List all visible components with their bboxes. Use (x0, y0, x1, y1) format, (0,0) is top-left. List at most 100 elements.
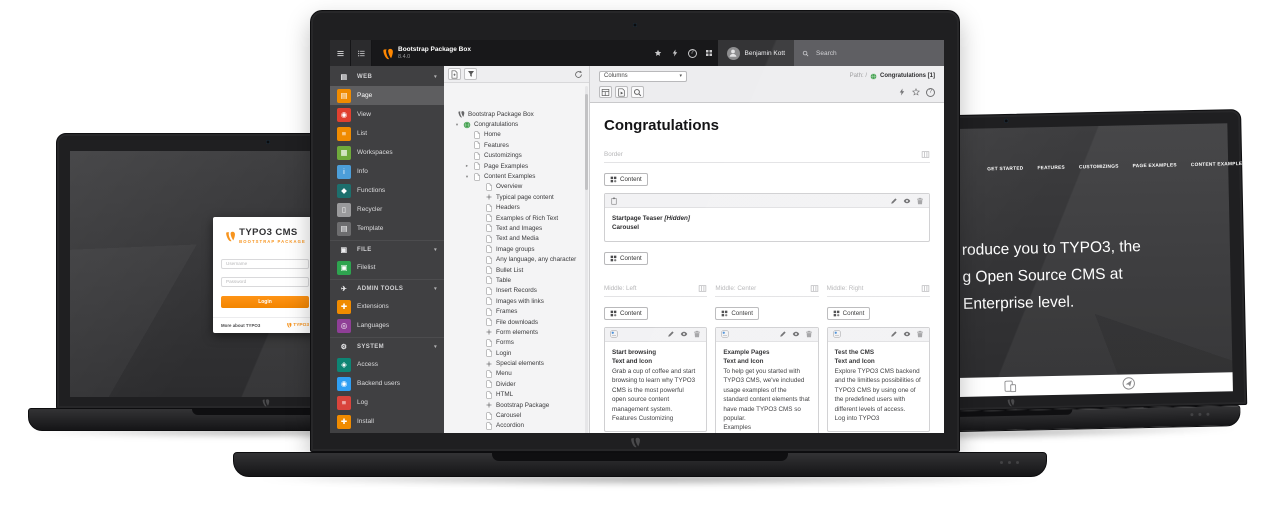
search-page-button[interactable] (631, 86, 644, 98)
tree-item[interactable]: Any language, any character (444, 254, 589, 264)
module-menu-row[interactable]: ▤ ▤ WEB ▾ (330, 68, 444, 86)
user-menu[interactable]: Benjamin Kott (718, 40, 794, 66)
edit-icon[interactable] (779, 330, 787, 338)
tree-item[interactable]: Form elements (444, 327, 589, 337)
tree-item[interactable]: ▾ Congratulations (444, 119, 589, 129)
module-menu-row[interactable]: ◉ ◉ View ▾ (330, 105, 444, 124)
tree-item[interactable]: Frames (444, 306, 589, 316)
tree-item[interactable]: HTML (444, 390, 589, 400)
list-view-button[interactable] (351, 40, 372, 66)
module-menu-row[interactable]: ≡ ≡ Log ▾ (330, 393, 444, 412)
edit-icon[interactable] (667, 330, 675, 338)
filter-button[interactable] (464, 68, 477, 80)
bookmark-icon[interactable] (912, 88, 920, 96)
modules-grid-icon[interactable] (701, 40, 718, 66)
tree-item[interactable]: Bullet List (444, 265, 589, 275)
tree-item[interactable]: Customizings (444, 151, 589, 161)
module-menu-row[interactable]: ▤ ▤ Template ▾ (330, 219, 444, 238)
module-menu-row[interactable]: ▣ ▣ Filelist ▾ (330, 258, 444, 277)
bookmark-icon[interactable] (650, 40, 667, 66)
tree-scrollbar[interactable] (585, 86, 588, 433)
content-element[interactable]: Startpage Teaser [Hidden] Carousel (604, 193, 930, 242)
edit-icon[interactable] (890, 197, 898, 205)
visibility-toggle-icon[interactable] (903, 330, 911, 338)
tree-item[interactable]: Menu (444, 369, 589, 379)
help-icon[interactable]: ? (926, 88, 935, 97)
content-element[interactable]: Test the CMS Text and Icon Explore TYPO3… (827, 327, 930, 433)
tree-item[interactable]: Table (444, 275, 589, 285)
new-content-button[interactable]: Content (715, 307, 759, 320)
layout-view-button[interactable] (599, 86, 612, 98)
visibility-toggle-icon[interactable] (792, 330, 800, 338)
content-element[interactable]: Start browsing Text and Icon Grab a cup … (604, 327, 707, 433)
tree-item[interactable]: ▸ Page Examples (444, 161, 589, 171)
edit-column-icon[interactable] (698, 284, 707, 293)
module-menu-row[interactable]: ◉ ◉ Backend users ▾ (330, 374, 444, 393)
tree-item[interactable]: Image groups (444, 244, 589, 254)
module-menu-row[interactable]: ▦ ▦ Workspaces ▾ (330, 143, 444, 162)
edit-icon[interactable] (890, 330, 898, 338)
tree-expander[interactable]: ▸ (464, 163, 470, 169)
tree-item[interactable]: Divider (444, 379, 589, 389)
search-input[interactable] (814, 49, 914, 58)
tree-item[interactable]: Headers (444, 203, 589, 213)
tree-item[interactable]: ▾ Content Examples (444, 171, 589, 181)
tree-item[interactable]: Bootstrap Package (444, 400, 589, 410)
refresh-button[interactable] (572, 68, 585, 80)
menu-toggle-button[interactable] (330, 40, 351, 66)
tree-scrollbar-thumb[interactable] (585, 94, 588, 190)
delete-icon[interactable] (916, 197, 924, 205)
module-menu-row[interactable]: ◆ ◆ Functions ▾ (330, 181, 444, 200)
module-menu-row[interactable]: ◈ ◈ Access ▾ (330, 355, 444, 374)
tree-item[interactable]: Forms (444, 338, 589, 348)
visibility-toggle-icon[interactable] (903, 197, 911, 205)
module-menu-row[interactable]: ✈ ✈ ADMIN TOOLS ▾ (330, 279, 444, 297)
edit-column-icon[interactable] (921, 284, 930, 293)
tree-item[interactable]: Text and Media (444, 234, 589, 244)
module-menu-row[interactable]: ▯ ▯ Recycler ▾ (330, 200, 444, 219)
module-menu-row[interactable]: ⚙ ⚙ SYSTEM ▾ (330, 337, 444, 355)
tree-item[interactable]: Images with links (444, 296, 589, 306)
tree-item[interactable]: Typical page content (444, 192, 589, 202)
tree-item[interactable]: Home (444, 130, 589, 140)
module-menu-row[interactable]: ▣ ▣ FILE ▾ (330, 240, 444, 258)
tree-item[interactable]: Accordion (444, 421, 589, 431)
help-icon[interactable]: ? (684, 40, 701, 66)
new-content-button[interactable]: Content (604, 173, 648, 186)
tree-item[interactable]: Features (444, 140, 589, 150)
delete-icon[interactable] (693, 330, 701, 338)
module-menu-row[interactable]: ◎ ◎ Languages ▾ (330, 316, 444, 335)
tree-expander[interactable]: ▾ (454, 122, 460, 128)
delete-icon[interactable] (916, 330, 924, 338)
tree-item[interactable]: Examples of Rich Text (444, 213, 589, 223)
view-page-button[interactable] (615, 86, 628, 98)
visibility-toggle-icon[interactable] (680, 330, 688, 338)
tree-item[interactable]: Bootstrap Package Box (444, 109, 589, 119)
site-brand[interactable]: Bootstrap Package Box 8.4.0 (372, 40, 480, 66)
tree-expander[interactable]: ▾ (464, 174, 470, 180)
tree-item[interactable]: Login (444, 348, 589, 358)
new-content-button[interactable]: Content (827, 307, 871, 320)
tree-item[interactable]: Text and Images (444, 223, 589, 233)
delete-icon[interactable] (805, 330, 813, 338)
tree-item[interactable]: Insert Records (444, 286, 589, 296)
content-element[interactable]: Example Pages Text and Icon To help get … (715, 327, 818, 433)
edit-column-icon[interactable] (921, 150, 930, 159)
tree-item[interactable]: File downloads (444, 317, 589, 327)
new-page-button[interactable] (448, 68, 461, 80)
columns-select[interactable]: Columns ▾ (599, 71, 687, 82)
clear-cache-icon[interactable] (898, 88, 906, 96)
tree-item[interactable]: Overview (444, 182, 589, 192)
new-content-button[interactable]: Content (604, 307, 648, 320)
module-menu-row[interactable]: i i Info ▾ (330, 162, 444, 181)
module-menu-row[interactable]: ✚ ✚ Install ▾ (330, 412, 444, 431)
tree-item[interactable]: Special elements (444, 358, 589, 368)
module-menu-row[interactable]: ✚ ✚ Extensions ▾ (330, 297, 444, 316)
module-menu-row[interactable]: ≡ ≡ List ▾ (330, 124, 444, 143)
edit-column-icon[interactable] (810, 284, 819, 293)
current-page-link[interactable]: Congratulations [1] (880, 73, 935, 79)
module-menu-row[interactable]: ▤ ▤ Page ▾ (330, 86, 444, 105)
new-content-button[interactable]: Content (604, 252, 648, 265)
tree-item[interactable]: Carousel (444, 410, 589, 420)
flush-cache-icon[interactable] (667, 40, 684, 66)
